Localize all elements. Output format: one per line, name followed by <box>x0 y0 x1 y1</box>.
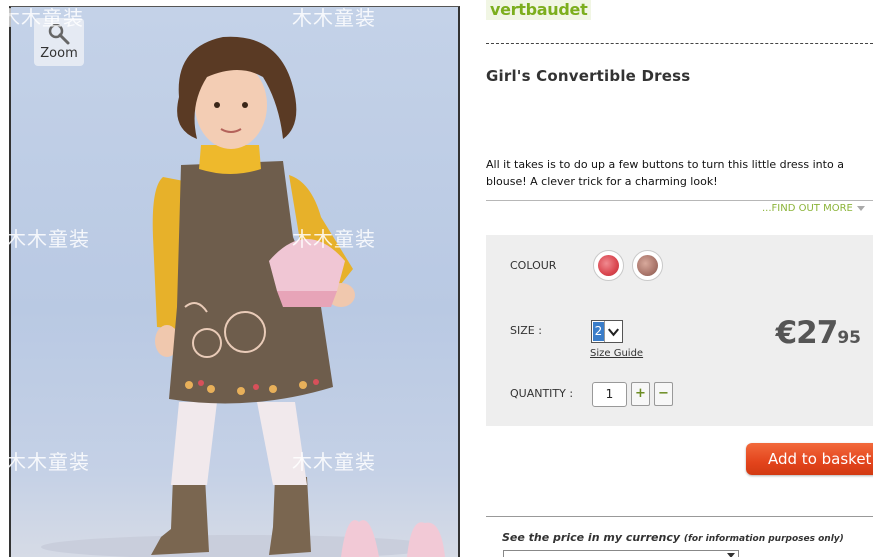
currency-select[interactable] <box>503 550 739 557</box>
product-price: €2795 <box>776 315 861 351</box>
brand-logo[interactable]: vertbaudet <box>486 0 592 20</box>
quantity-label: QUANTITY : <box>510 387 574 400</box>
quantity-input[interactable]: 1 <box>592 382 627 407</box>
size-value: 2 <box>593 322 604 341</box>
find-out-more-label: ...FIND OUT MORE <box>762 203 853 214</box>
divider <box>486 516 873 517</box>
price-main: €27 <box>775 315 839 351</box>
price-cents: 95 <box>837 328 861 348</box>
currency-note: (for information purposes only) <box>683 534 844 544</box>
size-select[interactable]: 2 <box>591 320 623 343</box>
product-options-panel: COLOUR SIZE : 2 Size Guide €2795 QUANTIT… <box>486 235 873 426</box>
find-out-more-link[interactable]: ...FIND OUT MORE <box>762 203 865 214</box>
chevron-down-icon <box>604 321 620 342</box>
product-photo-illustration <box>41 36 445 557</box>
quantity-decrease-button[interactable]: − <box>654 382 673 406</box>
colour-swatch-red[interactable] <box>593 250 624 281</box>
product-image-frame: Zoom 木木童装 木木童装 木木童装 木木童装 木木童装 木木童装 <box>0 0 462 557</box>
chevron-down-icon <box>856 205 865 211</box>
product-image[interactable]: Zoom <box>9 6 460 557</box>
divider <box>486 43 873 44</box>
colour-label: COLOUR <box>510 259 557 272</box>
divider <box>486 200 873 201</box>
currency-prompt-label: See the price in my currency <box>502 531 681 544</box>
add-to-basket-button[interactable]: Add to basket <box>746 443 873 475</box>
magnifier-icon <box>48 23 70 45</box>
chevron-down-icon <box>727 553 735 557</box>
currency-prompt: See the price in my currency (for inform… <box>502 531 844 544</box>
quantity-increase-button[interactable]: + <box>631 382 650 406</box>
product-title: Girl's Convertible Dress <box>486 67 691 85</box>
colour-swatch-brown[interactable] <box>632 250 663 281</box>
zoom-button[interactable]: Zoom <box>34 18 84 66</box>
zoom-label: Zoom <box>40 46 78 61</box>
swatch-brown-fill <box>637 255 658 276</box>
size-label: SIZE : <box>510 324 542 337</box>
swatch-red-fill <box>598 255 619 276</box>
size-guide-link[interactable]: Size Guide <box>590 348 643 359</box>
product-description: All it takes is to do up a few buttons t… <box>486 158 844 188</box>
